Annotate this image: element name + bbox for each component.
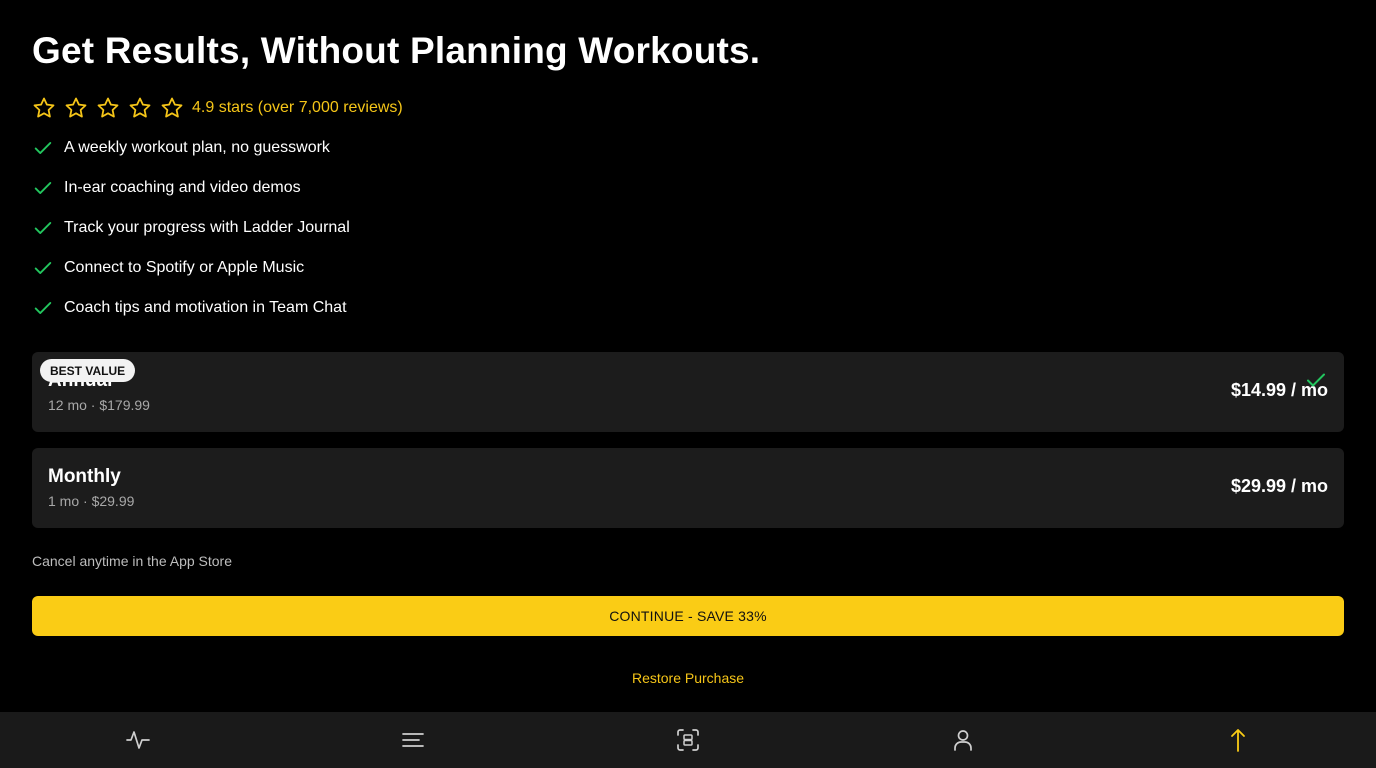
paywall-screen: Get Results, Without Planning Workouts. … bbox=[0, 0, 1376, 768]
check-icon bbox=[32, 177, 54, 199]
plan-card-monthly[interactable]: Monthly 1 mo · $29.99 $29.99 / mo bbox=[32, 448, 1344, 528]
menu-lines-icon bbox=[401, 733, 424, 747]
selected-check-icon bbox=[1304, 368, 1328, 392]
feature-item: A weekly workout plan, no guesswork bbox=[32, 128, 350, 168]
check-icon bbox=[32, 297, 54, 319]
star-icon bbox=[160, 96, 184, 120]
arrow-up-icon bbox=[1231, 729, 1246, 752]
bottom-tab-bar bbox=[0, 712, 1376, 768]
feature-label: Connect to Spotify or Apple Music bbox=[64, 259, 305, 276]
restore-purchase-link[interactable]: Restore Purchase bbox=[632, 670, 744, 686]
plan-details: 12 mo · $179.99 bbox=[48, 397, 150, 413]
feature-item: Connect to Spotify or Apple Music bbox=[32, 248, 350, 288]
page-title: Get Results, Without Planning Workouts. bbox=[32, 30, 761, 71]
user-icon bbox=[954, 730, 973, 751]
plan-price: $29.99 / mo bbox=[1230, 476, 1328, 496]
feature-item: Coach tips and motivation in Team Chat bbox=[32, 288, 350, 328]
plan-name: Monthly bbox=[48, 466, 121, 487]
feature-item: Track your progress with Ladder Journal bbox=[32, 208, 350, 248]
rating-row: 4.9 stars (over 7,000 reviews) bbox=[32, 94, 403, 122]
plan-details: 1 mo · $29.99 bbox=[48, 493, 135, 509]
star-icon bbox=[128, 96, 152, 120]
tab-profile[interactable] bbox=[826, 712, 1101, 768]
continue-button[interactable]: CONTINUE - SAVE 33% bbox=[32, 596, 1344, 636]
cancel-note: Cancel anytime in the App Store bbox=[32, 553, 233, 569]
feature-label: Coach tips and motivation in Team Chat bbox=[64, 299, 347, 316]
check-icon bbox=[32, 217, 54, 239]
feature-list: A weekly workout plan, no guesswork In-e… bbox=[32, 134, 350, 334]
tab-plan[interactable] bbox=[275, 712, 550, 768]
best-value-badge: BEST VALUE bbox=[40, 359, 136, 382]
check-icon bbox=[32, 257, 54, 279]
plan-card-annual[interactable]: BEST VALUE Annual 12 mo · $179.99 $14.99… bbox=[32, 352, 1344, 432]
rating-text: 4.9 stars (over 7,000 reviews) bbox=[192, 99, 403, 116]
restore-purchase-row: Restore Purchase bbox=[32, 670, 1344, 686]
tab-upgrade[interactable] bbox=[1101, 712, 1376, 768]
feature-label: In-ear coaching and video demos bbox=[64, 179, 301, 196]
feature-label: Track your progress with Ladder Journal bbox=[64, 219, 350, 236]
activity-icon bbox=[125, 731, 150, 749]
scan-icon bbox=[677, 729, 699, 751]
star-icon bbox=[96, 96, 120, 120]
feature-label: A weekly workout plan, no guesswork bbox=[64, 139, 330, 156]
tab-scan[interactable] bbox=[550, 712, 825, 768]
tab-activity[interactable] bbox=[0, 712, 275, 768]
star-icon bbox=[64, 96, 88, 120]
feature-item: In-ear coaching and video demos bbox=[32, 168, 350, 208]
star-icon bbox=[32, 96, 56, 120]
check-icon bbox=[32, 137, 54, 159]
